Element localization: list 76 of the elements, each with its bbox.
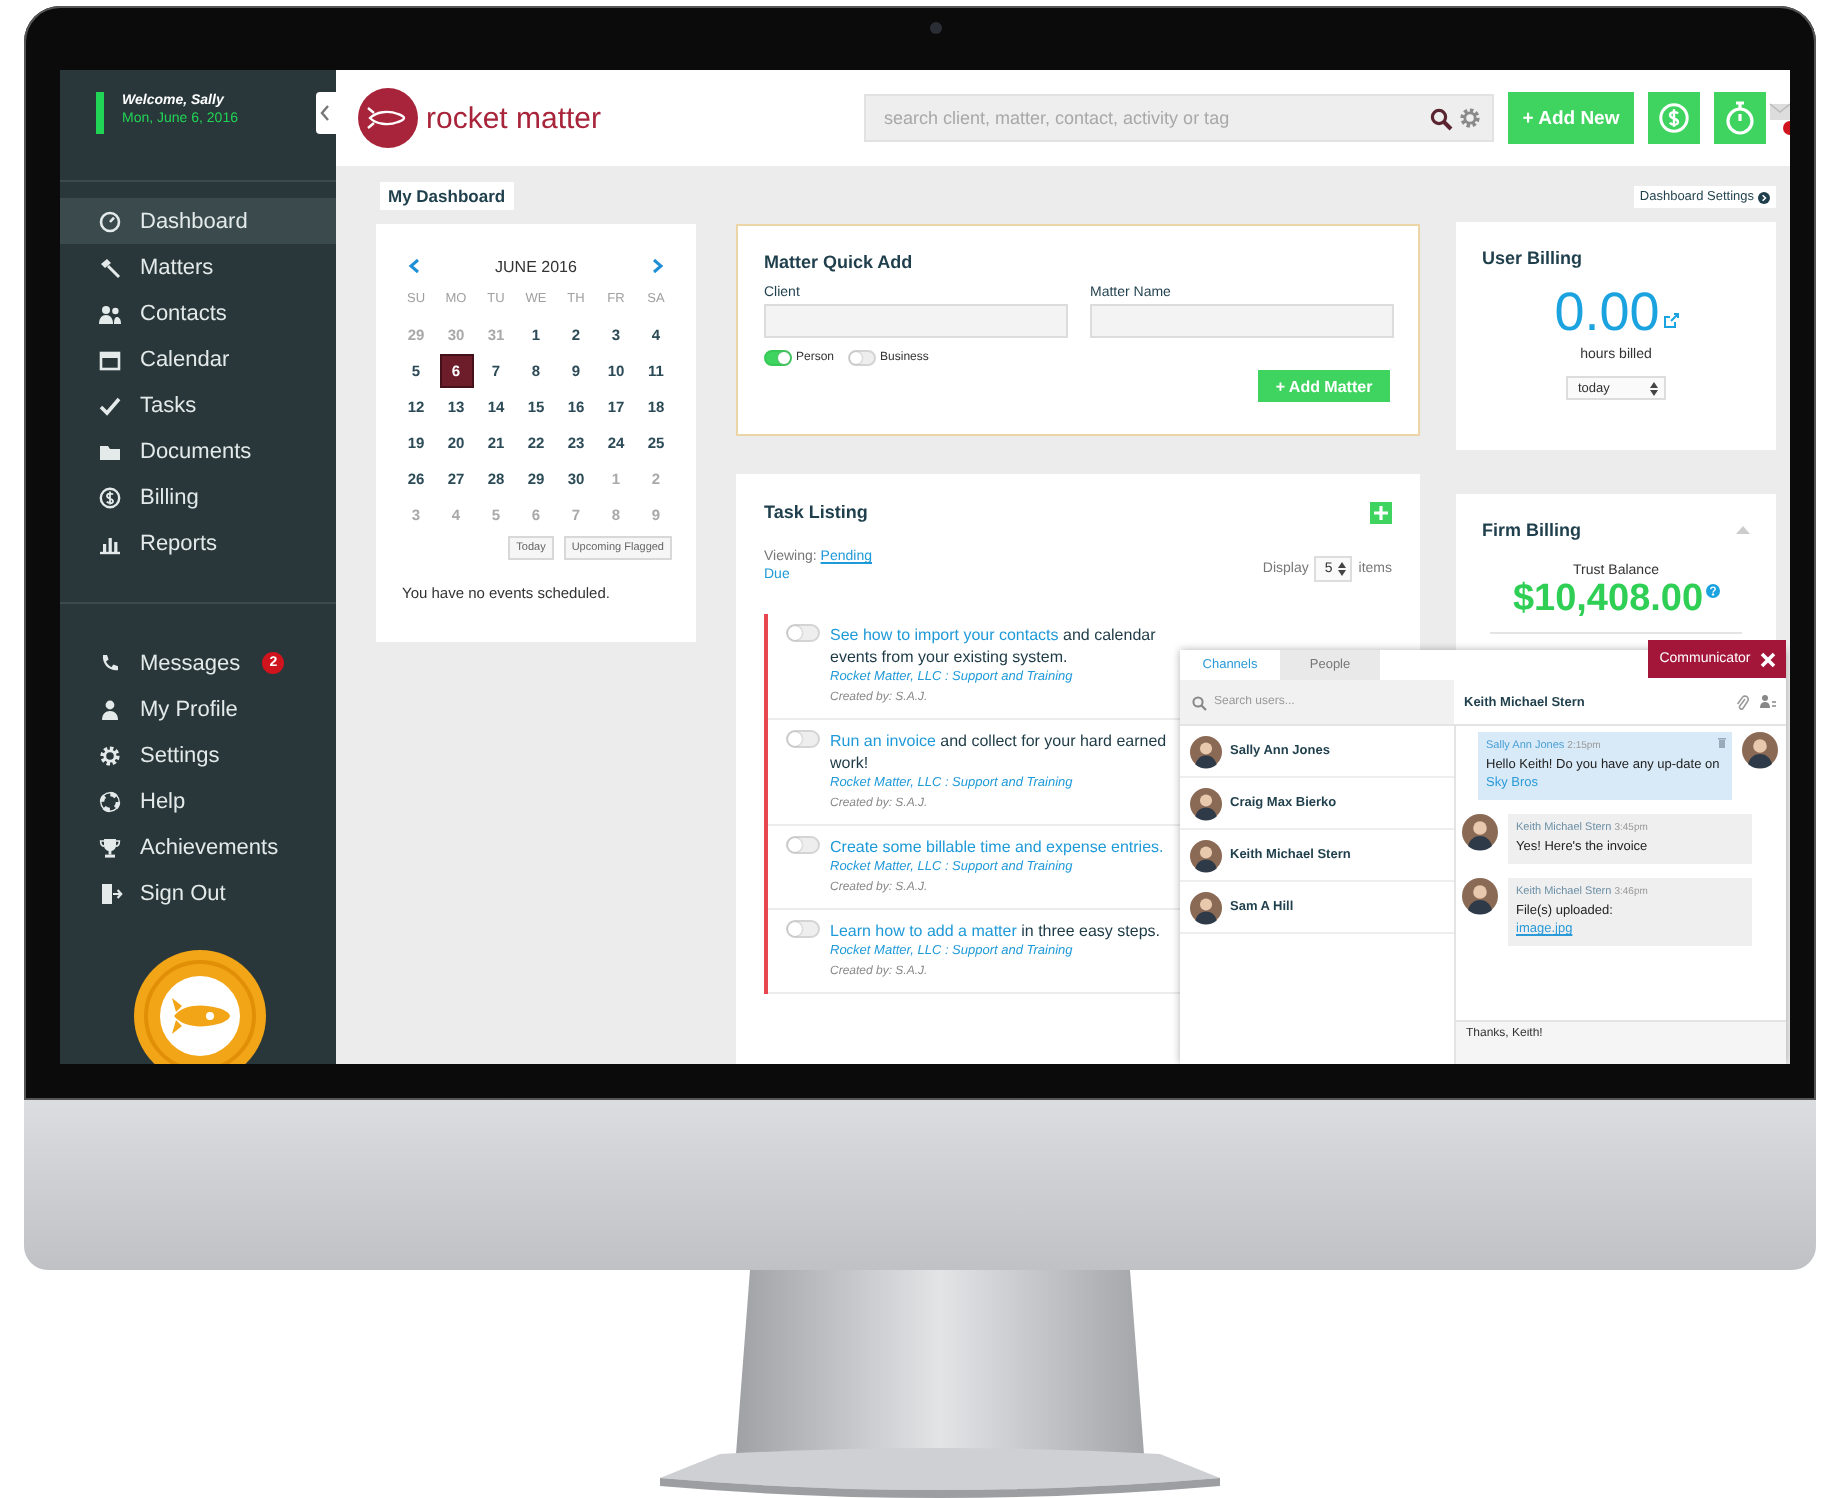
caret-up-icon[interactable] xyxy=(1736,525,1750,534)
stopwatch-icon xyxy=(1724,100,1756,136)
card-title: Firm Billing xyxy=(1482,519,1581,540)
nav-item[interactable]: Reports xyxy=(60,520,336,566)
dollar-circle-icon xyxy=(1658,102,1690,134)
toggle-switch[interactable] xyxy=(786,624,820,642)
chevron-circle-icon xyxy=(1758,191,1770,204)
text-field[interactable] xyxy=(764,304,1068,338)
user-list-icon[interactable] xyxy=(1760,694,1776,710)
avatar-icon xyxy=(1742,732,1778,768)
settings-icon xyxy=(98,743,122,767)
toggle-switch[interactable] xyxy=(786,836,820,854)
search-icon xyxy=(1192,695,1206,709)
card-title: Matter Quick Add xyxy=(764,250,915,276)
nav-item[interactable]: My Profile xyxy=(60,686,336,732)
nav-item[interactable]: Documents xyxy=(60,428,336,474)
trophy-icon xyxy=(98,835,122,859)
avatar-icon xyxy=(1190,839,1222,871)
dollar-button[interactable] xyxy=(1648,92,1700,144)
calendar-icon xyxy=(98,347,122,371)
person-icon xyxy=(98,697,122,721)
close-icon[interactable] xyxy=(1762,653,1775,665)
nav-item[interactable]: Settings xyxy=(60,732,336,778)
paperclip-icon[interactable] xyxy=(1736,694,1748,710)
balance-value: $10,408.00 xyxy=(1512,577,1704,622)
trash-icon[interactable] xyxy=(1718,738,1726,748)
nav-item[interactable]: Contacts xyxy=(60,290,336,336)
mail-icon[interactable] xyxy=(1770,100,1790,136)
phone-icon xyxy=(98,651,122,675)
dollar-circle-icon xyxy=(98,485,122,509)
nav-item[interactable]: Sign Out xyxy=(60,870,336,916)
toggle-switch[interactable] xyxy=(786,920,820,938)
dashboard-title: My Dashboard xyxy=(380,182,514,210)
lifebuoy-icon xyxy=(98,789,122,813)
nav-item[interactable]: Billing xyxy=(60,474,336,520)
month-title: JUNE 2016 xyxy=(495,257,577,275)
avatar-icon xyxy=(1190,735,1222,767)
avatar-icon xyxy=(1190,787,1222,819)
search-icon[interactable] xyxy=(1430,107,1452,129)
chevron-right-icon[interactable] xyxy=(651,258,664,274)
chevron-left-icon[interactable] xyxy=(408,258,420,274)
plus-icon xyxy=(1374,505,1388,519)
checkmark-icon xyxy=(98,393,122,417)
status-bar xyxy=(96,92,104,134)
toggle-switch[interactable] xyxy=(764,350,792,366)
avatar-icon xyxy=(1190,891,1222,923)
gauge-icon xyxy=(98,209,122,233)
info-icon[interactable] xyxy=(1705,583,1720,598)
nav-item[interactable]: Dashboard xyxy=(60,198,336,244)
hours-value: 0.00 xyxy=(1554,284,1660,341)
avatar-icon xyxy=(1462,878,1498,914)
avatar-icon xyxy=(1462,814,1498,850)
nav-item[interactable]: Achievements xyxy=(60,824,336,870)
logo-text: rocket matter xyxy=(426,101,602,135)
search-bar[interactable]: search client, matter, contact, activity or tag xyxy=(864,94,1494,142)
task-title: Learn how to add a matter in three easy steps. xyxy=(830,920,1162,942)
task-title: Run an invoice and collect for your hard earned work! xyxy=(830,730,1169,774)
updown-icon xyxy=(1338,561,1347,575)
toggle-switch[interactable] xyxy=(786,730,820,748)
nav-item[interactable]: Calendar xyxy=(60,336,336,382)
exit-door-icon xyxy=(98,881,122,905)
external-link-icon[interactable] xyxy=(1663,314,1678,329)
nav-item[interactable]: Tasks xyxy=(60,382,336,428)
card-title: User Billing xyxy=(1482,246,1585,273)
hammer-icon xyxy=(98,255,122,279)
collapse-tab-icon[interactable] xyxy=(316,92,336,134)
text-field[interactable] xyxy=(1090,304,1394,338)
toggle-switch[interactable] xyxy=(848,350,877,366)
add-task-button[interactable] xyxy=(1370,501,1392,523)
search-field[interactable]: search client, matter, contact, activity or tag xyxy=(884,108,1424,128)
nav-item[interactable]: Matters xyxy=(60,244,336,290)
card-title: Task Listing xyxy=(764,502,868,522)
people-icon xyxy=(98,301,122,325)
task-title: See how to import your contacts and calendar events from your existing system. xyxy=(830,624,1158,668)
nav-item[interactable]: Help xyxy=(60,778,336,824)
updown-icon xyxy=(1650,381,1658,396)
